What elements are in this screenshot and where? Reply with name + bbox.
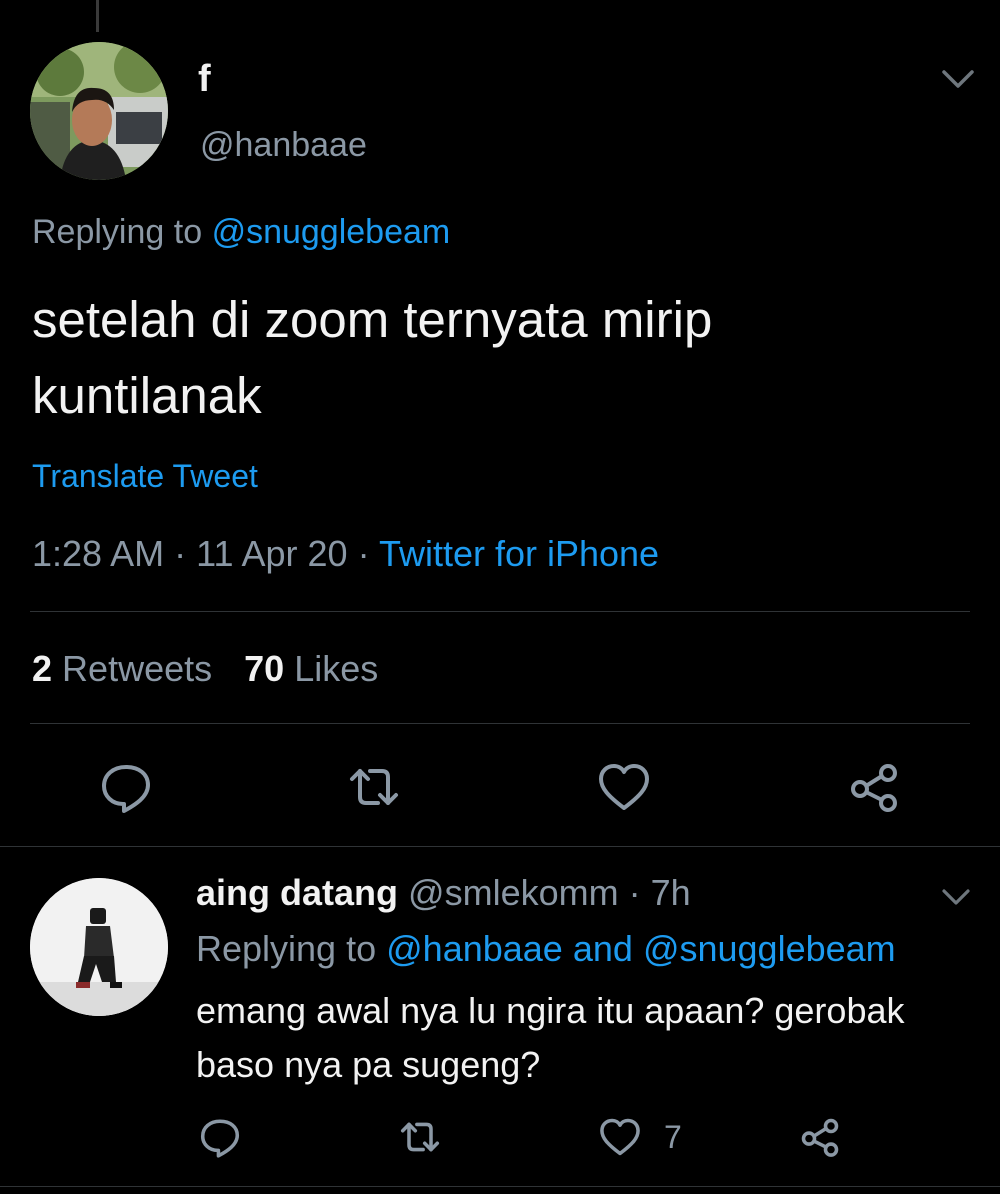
chevron-down-icon[interactable] xyxy=(938,62,978,96)
replying-label: Replying to xyxy=(196,928,377,969)
tweet-meta: 1:28 AM · 11 Apr 20 · Twitter for iPhone xyxy=(32,533,659,575)
retweets-label: Retweets xyxy=(62,648,213,689)
share-icon[interactable] xyxy=(846,759,902,815)
share-icon[interactable] xyxy=(798,1115,842,1159)
reply-icon[interactable] xyxy=(198,1115,242,1159)
like-icon[interactable] xyxy=(596,759,652,815)
meta-separator: · xyxy=(174,533,187,574)
tweet-date: 11 Apr 20 xyxy=(196,533,348,574)
replying-to-line: Replying to @snugglebeam xyxy=(32,213,450,252)
and-label: and xyxy=(572,928,633,969)
reply-author-handle[interactable]: @smlekomm xyxy=(408,872,619,913)
retweets-stat[interactable]: 2 Retweets xyxy=(32,648,212,689)
reply-like-count: 7 xyxy=(664,1119,682,1155)
reply-header: aing datang @smlekomm · 7h xyxy=(196,872,691,914)
chevron-down-icon[interactable] xyxy=(938,882,974,912)
likes-count: 70 xyxy=(244,648,285,689)
reply-author-name[interactable]: aing datang xyxy=(196,872,398,913)
meta-separator: · xyxy=(628,872,641,913)
translate-tweet-link[interactable]: Translate Tweet xyxy=(32,458,258,495)
author-name[interactable]: f xyxy=(198,58,211,101)
divider xyxy=(30,723,970,724)
author-handle[interactable]: @hanbaae xyxy=(200,126,367,165)
replying-to-link[interactable]: @hanbaae xyxy=(386,928,563,969)
likes-label: Likes xyxy=(294,648,379,689)
like-icon[interactable] xyxy=(598,1115,642,1159)
divider xyxy=(0,846,1000,847)
divider xyxy=(30,611,970,612)
reply-icon[interactable] xyxy=(98,759,154,815)
author-avatar[interactable] xyxy=(30,42,168,180)
likes-stat[interactable]: 70 Likes xyxy=(244,648,378,689)
retweet-icon[interactable] xyxy=(398,1115,442,1159)
retweets-count: 2 xyxy=(32,648,53,689)
retweet-icon[interactable] xyxy=(346,759,402,815)
replying-label: Replying to xyxy=(32,213,203,251)
meta-separator: · xyxy=(357,533,370,574)
replying-to-link[interactable]: @snugglebeam xyxy=(212,213,451,251)
tweet-source-link[interactable]: Twitter for iPhone xyxy=(379,533,659,574)
tweet-stats: 2 Retweets 70 Likes xyxy=(32,648,378,690)
reply-time: 7h xyxy=(650,872,691,913)
thread-connector-line xyxy=(96,0,99,32)
tweet-time: 1:28 AM xyxy=(32,533,165,574)
tweet-text: setelah di zoom ternyata mirip kuntilana… xyxy=(32,291,713,424)
divider xyxy=(0,1186,1000,1187)
replying-to-link[interactable]: @snugglebeam xyxy=(643,928,896,969)
reply-author-avatar[interactable] xyxy=(30,878,168,1016)
reply-replying-to-line: Replying to @hanbaae and @snugglebeam xyxy=(196,928,896,970)
reply-text: emang awal nya lu ngira itu apaan? gerob… xyxy=(196,990,905,1085)
